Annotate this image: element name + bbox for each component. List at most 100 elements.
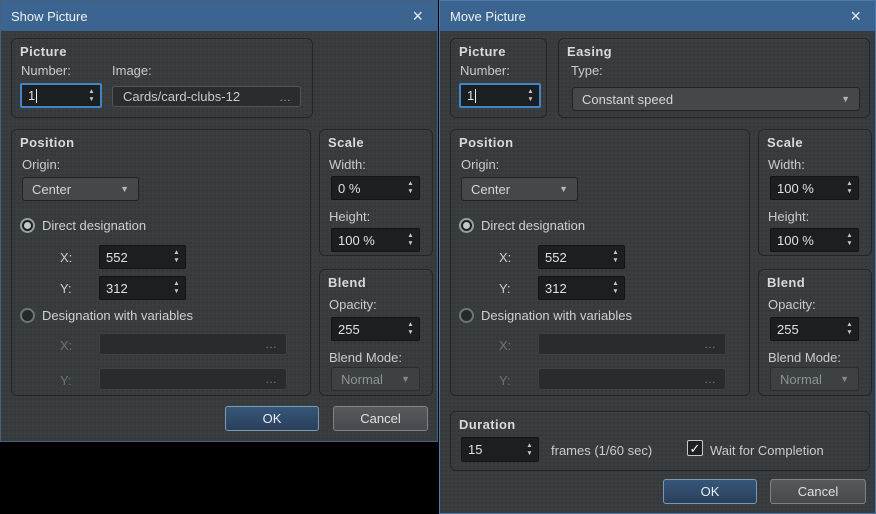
spin-up-icon[interactable]: ▲ bbox=[846, 180, 852, 187]
opacity-value: 255 bbox=[338, 321, 360, 337]
spin-down-icon[interactable]: ▼ bbox=[526, 450, 532, 457]
scale-width-value: 100 % bbox=[777, 180, 814, 196]
y-spinner[interactable]: 312 ▲ ▼ bbox=[99, 276, 186, 300]
close-icon[interactable]: × bbox=[848, 7, 863, 25]
spin-down-icon[interactable]: ▼ bbox=[407, 188, 413, 195]
radio-off-icon bbox=[459, 308, 474, 323]
scale-height-spinner[interactable]: 100 % ▲ ▼ bbox=[331, 228, 420, 252]
blend-group-title: Blend bbox=[328, 275, 367, 290]
cancel-button[interactable]: Cancel bbox=[333, 406, 428, 431]
picture-number-spinner[interactable]: 1 ▲ ▼ bbox=[20, 83, 102, 108]
scale-height-value: 100 % bbox=[338, 232, 375, 248]
direct-designation-radio[interactable]: Direct designation bbox=[20, 218, 146, 233]
origin-dropdown[interactable]: Center ▼ bbox=[22, 177, 139, 201]
x-spinner[interactable]: 552 ▲ ▼ bbox=[99, 245, 186, 269]
variables-designation-radio[interactable]: Designation with variables bbox=[20, 308, 193, 323]
radio-on-icon bbox=[459, 218, 474, 233]
position-group-title: Position bbox=[459, 135, 514, 150]
opacity-label: Opacity: bbox=[768, 297, 816, 312]
direct-designation-radio[interactable]: Direct designation bbox=[459, 218, 585, 233]
var-y-label: Y: bbox=[499, 373, 511, 388]
spin-up-icon[interactable]: ▲ bbox=[612, 249, 618, 256]
spin-down-icon[interactable]: ▼ bbox=[846, 329, 852, 336]
spinner-arrows: ▲ ▼ bbox=[522, 85, 539, 106]
spin-down-icon[interactable]: ▼ bbox=[527, 96, 533, 103]
ok-button[interactable]: OK bbox=[225, 406, 319, 431]
direct-designation-label: Direct designation bbox=[481, 218, 586, 233]
scale-width-value: 0 % bbox=[338, 180, 361, 196]
spin-up-icon[interactable]: ▲ bbox=[526, 442, 532, 449]
ok-button[interactable]: OK bbox=[663, 479, 757, 504]
spin-up-icon[interactable]: ▲ bbox=[407, 180, 413, 187]
show-picture-dialog: Show Picture × Picture Number: 1 ▲ ▼ Ima… bbox=[0, 0, 438, 442]
x-spinner[interactable]: 552 ▲ ▼ bbox=[538, 245, 625, 269]
opacity-spinner[interactable]: 255 ▲ ▼ bbox=[770, 317, 859, 341]
duration-group: Duration 15 ▲ ▼ frames (1/60 sec) ✓ Wait… bbox=[450, 411, 870, 471]
scale-group: Scale Width: 0 % ▲ ▼ Height: 100 % ▲ ▼ bbox=[319, 129, 433, 256]
var-x-field: … bbox=[538, 333, 726, 355]
cancel-button[interactable]: Cancel bbox=[770, 479, 866, 504]
spin-up-icon[interactable]: ▲ bbox=[846, 232, 852, 239]
spin-up-icon[interactable]: ▲ bbox=[173, 249, 179, 256]
spin-up-icon[interactable]: ▲ bbox=[407, 232, 413, 239]
window-title: Move Picture bbox=[450, 8, 526, 24]
var-x-label: X: bbox=[60, 338, 73, 353]
spin-down-icon[interactable]: ▼ bbox=[173, 288, 179, 295]
spin-down-icon[interactable]: ▼ bbox=[846, 240, 852, 247]
scale-height-spinner[interactable]: 100 % ▲ ▼ bbox=[770, 228, 859, 252]
easing-group-title: Easing bbox=[567, 44, 613, 59]
easing-type-value: Constant speed bbox=[582, 91, 674, 107]
wait-completion-checkbox[interactable]: ✓ bbox=[687, 440, 703, 456]
close-icon[interactable]: × bbox=[410, 7, 425, 25]
var-x-label: X: bbox=[499, 338, 512, 353]
spin-down-icon[interactable]: ▼ bbox=[612, 288, 618, 295]
spin-down-icon[interactable]: ▼ bbox=[612, 257, 618, 264]
x-label: X: bbox=[499, 250, 512, 265]
scale-group: Scale Width: 100 % ▲ ▼ Height: 100 % ▲ ▼ bbox=[758, 129, 872, 256]
origin-dropdown[interactable]: Center ▼ bbox=[461, 177, 578, 201]
spin-up-icon[interactable]: ▲ bbox=[88, 88, 94, 95]
duration-group-title: Duration bbox=[459, 417, 516, 432]
var-x-field: … bbox=[99, 333, 287, 355]
duration-spinner[interactable]: 15 ▲ ▼ bbox=[461, 437, 539, 462]
y-label: Y: bbox=[60, 281, 72, 296]
blend-mode-dropdown: Normal ▼ bbox=[331, 367, 420, 391]
spin-down-icon[interactable]: ▼ bbox=[846, 188, 852, 195]
x-value: 552 bbox=[106, 249, 128, 265]
show-picture-titlebar[interactable]: Show Picture × bbox=[1, 1, 437, 31]
easing-type-dropdown[interactable]: Constant speed ▼ bbox=[572, 87, 860, 111]
direct-designation-label: Direct designation bbox=[42, 218, 147, 233]
spin-down-icon[interactable]: ▼ bbox=[407, 240, 413, 247]
y-spinner[interactable]: 312 ▲ ▼ bbox=[538, 276, 625, 300]
radio-on-icon bbox=[20, 218, 35, 233]
scale-width-spinner[interactable]: 100 % ▲ ▼ bbox=[770, 176, 859, 200]
position-group: Position Origin: Center ▼ Direct designa… bbox=[450, 129, 750, 396]
spinner-arrows: ▲ ▼ bbox=[841, 229, 858, 251]
spin-up-icon[interactable]: ▲ bbox=[612, 280, 618, 287]
window-title: Show Picture bbox=[11, 8, 88, 24]
spin-down-icon[interactable]: ▼ bbox=[88, 96, 94, 103]
picture-number-spinner[interactable]: 1 ▲ ▼ bbox=[459, 83, 541, 108]
spin-up-icon[interactable]: ▲ bbox=[407, 321, 413, 328]
scale-width-spinner[interactable]: 0 % ▲ ▼ bbox=[331, 176, 420, 200]
var-y-field: … bbox=[99, 368, 287, 390]
origin-label: Origin: bbox=[461, 157, 500, 172]
spin-up-icon[interactable]: ▲ bbox=[527, 88, 533, 95]
number-label: Number: bbox=[21, 63, 71, 78]
picture-group-title: Picture bbox=[20, 44, 67, 59]
variables-designation-radio[interactable]: Designation with variables bbox=[459, 308, 632, 323]
spin-down-icon[interactable]: ▼ bbox=[173, 257, 179, 264]
image-label: Image: bbox=[112, 63, 152, 78]
opacity-label: Opacity: bbox=[329, 297, 377, 312]
wait-completion-label: Wait for Completion bbox=[710, 443, 824, 458]
spin-up-icon[interactable]: ▲ bbox=[846, 321, 852, 328]
move-picture-titlebar[interactable]: Move Picture × bbox=[440, 1, 875, 31]
blend-mode-label: Blend Mode: bbox=[329, 350, 402, 365]
chevron-down-icon: ▼ bbox=[120, 184, 129, 194]
spin-down-icon[interactable]: ▼ bbox=[407, 329, 413, 336]
ellipsis-icon: … bbox=[265, 337, 278, 351]
opacity-spinner[interactable]: 255 ▲ ▼ bbox=[331, 317, 420, 341]
spin-up-icon[interactable]: ▲ bbox=[173, 280, 179, 287]
image-value: Cards/card-clubs-12 bbox=[123, 89, 241, 104]
image-select-button[interactable]: Cards/card-clubs-12 … bbox=[112, 86, 301, 107]
